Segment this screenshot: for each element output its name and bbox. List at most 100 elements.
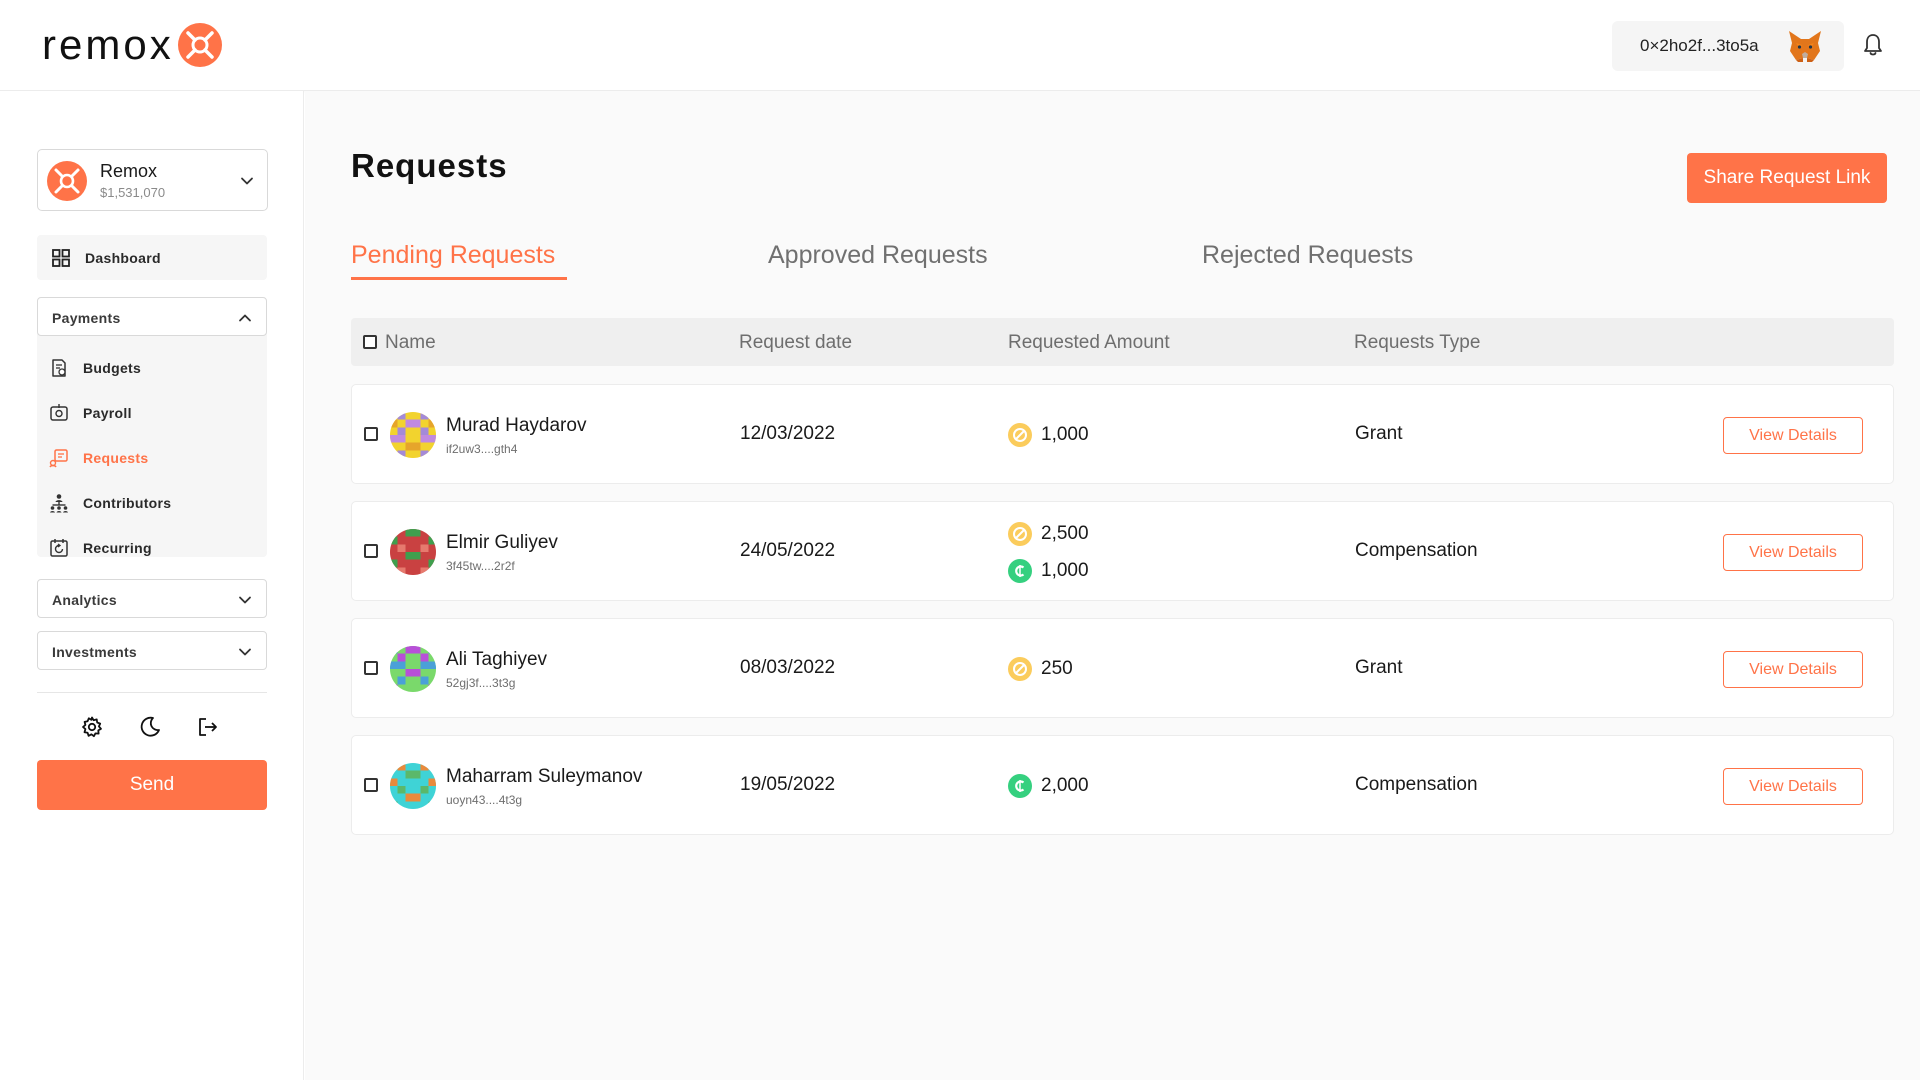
account-balance: $1,531,070: [100, 185, 166, 200]
chevron-up-icon: [239, 314, 251, 322]
requester-address: uoyn43....4t3g: [446, 793, 523, 807]
requester-address: 52gj3f....3t3g: [446, 676, 516, 690]
active-tab-indicator: [351, 277, 567, 280]
investments-group-toggle[interactable]: Investments: [37, 631, 267, 670]
user-avatar: [390, 763, 436, 809]
amount-value: 1,000: [1041, 424, 1089, 445]
select-all-checkbox[interactable]: [363, 335, 377, 349]
tab-approved-requests[interactable]: Approved Requests: [768, 241, 988, 270]
sidebar-item-label: Contributors: [83, 495, 172, 511]
account-switcher[interactable]: Remox $1,531,070: [37, 149, 268, 211]
sidebar-item-label: Dashboard: [85, 249, 161, 266]
amount-value: 1,000: [1041, 560, 1089, 581]
dashboard-grid-icon: [52, 248, 70, 267]
requests-icon: [49, 449, 68, 468]
requested-amount: 2,500: [1008, 522, 1089, 546]
row-checkbox[interactable]: [364, 544, 378, 558]
sidebar-item-recurring[interactable]: Recurring: [37, 530, 267, 566]
request-date: 12/03/2022: [740, 423, 836, 444]
sidebar-item-requests[interactable]: Requests: [37, 440, 267, 476]
logout-icon[interactable]: [196, 715, 220, 739]
requester-name: Elmir Guliyev: [446, 532, 558, 553]
request-type: Compensation: [1355, 540, 1478, 561]
requester-name: Ali Taghiyev: [446, 649, 548, 670]
page-title: Requests: [351, 147, 508, 184]
metamask-fox-icon: [1789, 31, 1821, 62]
amount-value: 2,000: [1041, 775, 1089, 796]
yellow-coin-icon: [1008, 423, 1032, 447]
tab-rejected-requests[interactable]: Rejected Requests: [1202, 241, 1413, 270]
yellow-coin-icon: [1008, 522, 1032, 546]
table-header: Name Request date Requested Amount Reque…: [351, 318, 1894, 366]
contributors-icon: [50, 494, 68, 513]
view-details-button[interactable]: View Details: [1723, 534, 1863, 571]
sidebar-tools: [80, 715, 230, 745]
send-button[interactable]: Send: [37, 760, 267, 810]
column-header-requested-amount: Requested Amount: [1008, 332, 1170, 353]
budgets-icon: [52, 359, 66, 377]
user-avatar: [390, 529, 436, 575]
account-avatar-icon: [47, 161, 87, 201]
requester-name: Murad Haydarov: [446, 415, 587, 436]
chevron-down-icon: [239, 596, 251, 604]
request-date: 08/03/2022: [740, 657, 836, 678]
column-header-requests-type: Requests Type: [1354, 332, 1481, 353]
recurring-icon: [50, 539, 68, 557]
sidebar-item-payroll[interactable]: Payroll: [37, 395, 267, 431]
requester-address: if2uw3....gth4: [446, 442, 518, 456]
account-name: Remox: [100, 161, 158, 181]
main-content: Requests Share Request Link Pending Requ…: [305, 91, 1920, 1080]
notification-bell-icon[interactable]: [1862, 33, 1884, 57]
amount-value: 250: [1041, 658, 1073, 679]
requested-amount: 1,000: [1008, 423, 1089, 447]
column-header-name: Name: [385, 332, 436, 353]
sidebar-item-budgets[interactable]: Budgets: [37, 350, 267, 386]
table-row: Murad Haydarov if2uw3....gth4 12/03/2022…: [351, 384, 1894, 484]
column-header-request-date: Request date: [739, 332, 853, 353]
request-type: Grant: [1355, 657, 1403, 678]
row-checkbox[interactable]: [364, 427, 378, 441]
table-row: Maharram Suleymanov uoyn43....4t3g 19/05…: [351, 735, 1894, 835]
payments-group-label: Payments: [52, 310, 121, 326]
green-coin-icon: [1008, 559, 1032, 583]
request-date: 19/05/2022: [740, 774, 836, 795]
view-details-button[interactable]: View Details: [1723, 417, 1863, 454]
payments-group: Payments Budgets Payroll Requests Contri…: [37, 297, 267, 557]
requester-name: Maharram Suleymanov: [446, 766, 643, 787]
sidebar-item-contributors[interactable]: Contributors: [37, 485, 267, 521]
green-coin-icon: [1008, 774, 1032, 798]
dark-mode-moon-icon[interactable]: [138, 715, 162, 739]
user-avatar: [390, 412, 436, 458]
requested-amount: 1,000: [1008, 559, 1089, 583]
sidebar-item-label: Budgets: [83, 360, 142, 376]
analytics-group-toggle[interactable]: Analytics: [37, 579, 267, 618]
remox-logo-icon: [177, 23, 222, 67]
request-type: Compensation: [1355, 774, 1478, 795]
amount-value: 2,500: [1041, 523, 1089, 544]
remox-logo[interactable]: remox: [42, 22, 222, 68]
view-details-button[interactable]: View Details: [1723, 768, 1863, 805]
payments-group-toggle[interactable]: Payments: [37, 297, 267, 336]
row-checkbox[interactable]: [364, 778, 378, 792]
sidebar-item-label: Recurring: [83, 540, 152, 556]
requested-amount: 250: [1008, 657, 1073, 681]
investments-group-label: Investments: [52, 644, 137, 660]
tab-pending-requests[interactable]: Pending Requests: [351, 241, 555, 270]
sidebar-item-dashboard[interactable]: Dashboard: [37, 235, 267, 280]
yellow-coin-icon: [1008, 657, 1032, 681]
view-details-button[interactable]: View Details: [1723, 651, 1863, 688]
logo-text: remox: [42, 21, 174, 68]
settings-gear-icon[interactable]: [80, 715, 104, 739]
chevron-down-icon: [241, 177, 253, 185]
chevron-down-icon: [239, 648, 251, 656]
share-request-link-button[interactable]: Share Request Link: [1687, 153, 1887, 203]
analytics-group-label: Analytics: [52, 592, 117, 608]
row-checkbox[interactable]: [364, 661, 378, 675]
wallet-button[interactable]: 0×2ho2f...3to5a: [1612, 21, 1844, 71]
table-row: Ali Taghiyev 52gj3f....3t3g 08/03/2022 2…: [351, 618, 1894, 718]
user-avatar: [390, 646, 436, 692]
sidebar-divider: [37, 692, 267, 693]
sidebar-item-label: Requests: [83, 450, 149, 466]
request-type: Grant: [1355, 423, 1403, 444]
sidebar: Remox $1,531,070 Dashboard Payments Budg…: [0, 91, 304, 1080]
